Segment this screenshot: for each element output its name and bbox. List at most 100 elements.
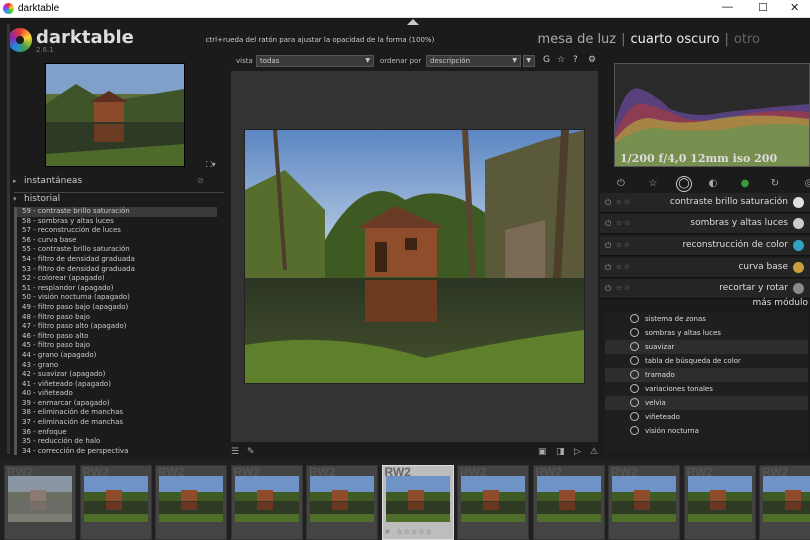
minimize-button[interactable]: —: [722, 1, 733, 13]
filmstrip-thumb[interactable]: RW2: [306, 465, 378, 540]
gear-icon[interactable]: ⚙: [588, 55, 596, 65]
history-item[interactable]: 55 - contraste brillo saturación: [17, 245, 226, 255]
more-modules-label[interactable]: más módulo: [752, 298, 808, 308]
module-row[interactable]: ⏻ ≡ ⊘ sombras y altas luces: [600, 214, 810, 234]
history-item[interactable]: 47 - filtro paso alto (apagado): [17, 322, 226, 332]
maximize-button[interactable]: ☐: [758, 1, 768, 14]
power-toggle-icon[interactable]: ⏻: [605, 241, 611, 251]
history-item[interactable]: 48 - filtro paso bajo: [17, 313, 226, 323]
tone-icon[interactable]: ◐: [706, 177, 720, 191]
star-rating[interactable]: ☆☆☆☆☆: [397, 528, 433, 536]
history-item[interactable]: 52 - colorear (apagado): [17, 274, 226, 284]
history-item[interactable]: 49 - filtro paso bajo (apagado): [17, 303, 226, 313]
history-item[interactable]: 36 - enfoque: [17, 428, 226, 438]
history-item[interactable]: 43 - grano: [17, 361, 226, 371]
correct-icon[interactable]: ↻: [768, 177, 782, 191]
history-item[interactable]: 50 - visión nocturna (apagado): [17, 293, 226, 303]
history-item[interactable]: 41 - viñeteado (apagado): [17, 380, 226, 390]
star-overlay-icon[interactable]: ☆: [557, 55, 565, 65]
module-options-icon[interactable]: ≡ ⊘: [616, 198, 630, 206]
power-toggle-icon[interactable]: ⏻: [605, 263, 611, 273]
history-item[interactable]: 34 - corrección de perspectiva: [17, 447, 226, 455]
history-item[interactable]: 54 - filtro de densidad graduada: [17, 255, 226, 265]
snapshots-header[interactable]: ▸ instantáneas ⊘: [0, 175, 226, 189]
warning-icon[interactable]: ⚠: [590, 447, 598, 457]
history-item[interactable]: 42 - suavizar (apagado): [17, 370, 226, 380]
filmstrip-thumb[interactable]: RW2: [608, 465, 680, 540]
left-panel-scrollbar[interactable]: [7, 24, 10, 454]
quick-access-menu-icon[interactable]: ☰: [231, 447, 239, 457]
main-photo[interactable]: [244, 129, 585, 384]
top-panel-toggle-icon[interactable]: [407, 19, 419, 25]
power-toggle-icon[interactable]: ⏻: [605, 198, 611, 208]
more-module-item[interactable]: viñeteado: [605, 410, 808, 424]
more-module-item[interactable]: sistema de zonas: [605, 312, 808, 326]
color-assessment-icon[interactable]: ▣: [538, 447, 547, 457]
more-module-item[interactable]: visión nocturna: [605, 424, 808, 438]
module-row[interactable]: ⏻ ≡ ⊘ reconstrucción de color: [600, 236, 810, 256]
history-item[interactable]: 46 - filtro paso alto: [17, 332, 226, 342]
more-module-item[interactable]: tabla de búsqueda de color: [605, 354, 808, 368]
history-item[interactable]: 58 - sombras y altas luces: [17, 217, 226, 227]
module-options-icon[interactable]: ≡ ⊘: [616, 219, 630, 227]
star-icon[interactable]: ☆: [646, 177, 660, 191]
gamut-check-icon[interactable]: ▷: [574, 447, 581, 457]
more-module-item[interactable]: suavizar: [605, 340, 808, 354]
filmstrip-thumb[interactable]: RW2: [4, 465, 76, 540]
snapshots-label: instantáneas: [24, 176, 83, 186]
filmstrip-thumb[interactable]: RW2 ✕ ☆☆☆☆☆: [381, 465, 454, 540]
view-darkroom[interactable]: cuarto oscuro: [631, 32, 720, 47]
module-row[interactable]: ⏻ ≡ ⊘ contraste brillo saturación: [600, 193, 810, 213]
filmstrip-thumb[interactable]: RW2: [759, 465, 810, 540]
history-item[interactable]: 35 - reducción de halo: [17, 437, 226, 447]
filmstrip-thumb[interactable]: RW2: [79, 465, 152, 540]
history-item[interactable]: 40 - viñeteado: [17, 389, 226, 399]
history-item[interactable]: 53 - filtro de densidad graduada: [17, 265, 226, 275]
history-header[interactable]: ▾ historial: [0, 193, 226, 207]
circle-icon[interactable]: ◯: [676, 176, 692, 192]
view-other[interactable]: otro: [734, 32, 760, 47]
history-item[interactable]: 51 - resplandor (apagado): [17, 284, 226, 294]
power-icon[interactable]: ⏻: [614, 177, 628, 191]
history-item[interactable]: 44 - grano (apagado): [17, 351, 226, 361]
filmstrip-thumb[interactable]: RW2: [457, 465, 529, 540]
module-options-icon[interactable]: ≡ ⊘: [616, 284, 630, 292]
reject-icon[interactable]: ✕: [385, 528, 391, 536]
module-row[interactable]: ⏻ ≡ ⊘ curva base: [600, 258, 810, 278]
history-item[interactable]: 56 - curva base: [17, 236, 226, 246]
history-item[interactable]: 39 - enmarcar (apagado): [17, 399, 226, 409]
view-lighttable[interactable]: mesa de luz: [538, 32, 617, 47]
color-icon[interactable]: ●: [738, 177, 752, 191]
power-toggle-icon[interactable]: ⏻: [605, 219, 611, 229]
softproof-icon[interactable]: ◨: [556, 447, 565, 457]
filmstrip-thumb[interactable]: RW2: [230, 465, 303, 540]
more-module-item[interactable]: variaciones tonales: [605, 382, 808, 396]
power-toggle-icon[interactable]: ⏻: [605, 284, 611, 294]
history-item[interactable]: 57 - reconstrucción de luces: [17, 226, 226, 236]
zoom-expand-icon[interactable]: ⛶▾: [206, 160, 216, 170]
module-options-icon[interactable]: ≡ ⊘: [616, 263, 630, 271]
more-module-item[interactable]: sombras y altas luces: [605, 326, 808, 340]
sort-select[interactable]: descripción ▼: [426, 55, 521, 67]
effect-icon[interactable]: ◎: [802, 177, 810, 191]
module-options-icon[interactable]: ≡ ⊘: [616, 241, 630, 249]
sort-order-button[interactable]: ▼: [523, 55, 535, 67]
filmstrip-thumb[interactable]: RW2: [683, 465, 756, 540]
reset-icon[interactable]: ⊘: [197, 176, 204, 185]
history-item[interactable]: 45 - filtro paso bajo: [17, 341, 226, 351]
help-icon[interactable]: ?: [573, 55, 578, 65]
dropdown-arrow-icon: ▼: [512, 57, 517, 64]
navigation-preview[interactable]: [45, 63, 185, 167]
filmstrip-thumb[interactable]: RW2: [532, 465, 605, 540]
history-item[interactable]: 59 - contraste brillo saturación: [17, 207, 217, 217]
close-button[interactable]: ✕: [790, 1, 799, 14]
grouping-icon[interactable]: G: [543, 55, 550, 65]
module-row[interactable]: ⏻ ≡ ⊘ recortar y rotar: [600, 279, 810, 299]
more-module-item[interactable]: velvia: [605, 396, 808, 410]
view-filter-select[interactable]: todas ▼: [256, 55, 374, 67]
filmstrip-thumb[interactable]: RW2: [155, 465, 227, 540]
more-module-item[interactable]: tramado: [605, 368, 808, 382]
history-item[interactable]: 37 - eliminación de manchas: [17, 418, 226, 428]
history-item[interactable]: 38 - eliminación de manchas: [17, 408, 226, 418]
styles-icon[interactable]: ✎: [247, 447, 255, 457]
